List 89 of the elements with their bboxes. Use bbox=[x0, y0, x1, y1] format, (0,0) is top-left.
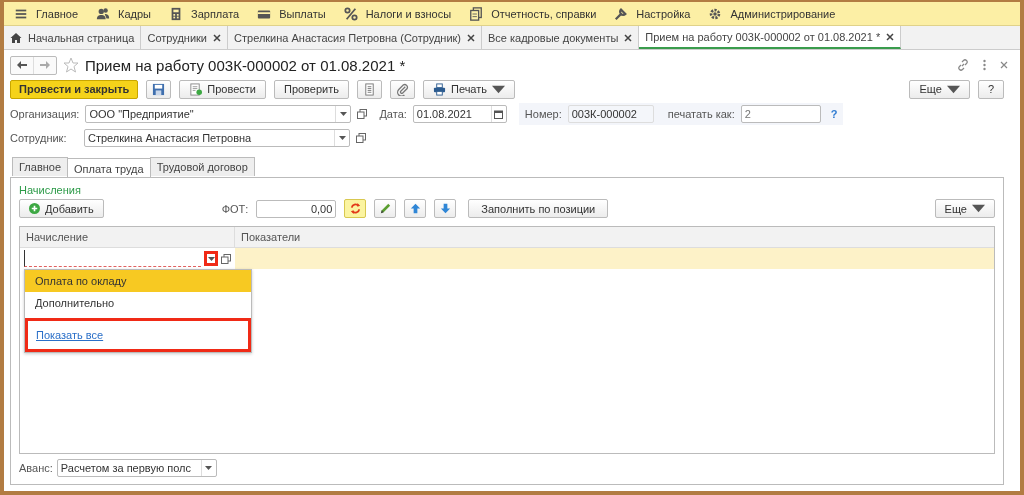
form-tab[interactable]: Оплата труда bbox=[67, 158, 151, 178]
employee-field[interactable]: Стрелкина Анастасия Петровна bbox=[84, 129, 350, 147]
down-button[interactable] bbox=[434, 199, 457, 218]
open-icon[interactable] bbox=[221, 253, 231, 264]
refresh-icon bbox=[348, 202, 362, 215]
tab[interactable]: Сотрудники bbox=[141, 26, 229, 49]
caret-icon bbox=[972, 202, 985, 215]
field-label: Организация: bbox=[10, 108, 80, 120]
print-button[interactable]: Печать bbox=[423, 79, 516, 99]
menu-item[interactable]: Кадры bbox=[90, 2, 163, 25]
link-icon[interactable] bbox=[957, 59, 969, 71]
column-header: Показатели bbox=[240, 230, 302, 245]
close-icon[interactable] bbox=[213, 33, 222, 42]
organization-field[interactable]: ООО "Предприятие" bbox=[85, 105, 352, 123]
open-icon[interactable] bbox=[356, 133, 366, 143]
menu-section-icon bbox=[96, 6, 111, 21]
list-icon bbox=[363, 82, 376, 96]
more-icon[interactable] bbox=[983, 59, 986, 71]
caret-icon bbox=[338, 136, 346, 140]
arrow-up-icon bbox=[408, 202, 422, 215]
menu-section-icon bbox=[469, 6, 484, 21]
caret-icon bbox=[205, 466, 213, 470]
caret-icon bbox=[207, 256, 215, 261]
help-link[interactable]: ? bbox=[830, 108, 838, 120]
menu-item[interactable]: Зарплата bbox=[163, 2, 252, 25]
section-title: Начисления bbox=[19, 184, 82, 196]
menu-item[interactable]: Налоги и взносы bbox=[337, 2, 464, 25]
more-button[interactable]: Еще bbox=[934, 199, 995, 218]
plus-icon bbox=[29, 203, 40, 214]
menu-item[interactable]: Администрирование bbox=[702, 2, 848, 25]
print-as-field[interactable]: 2 bbox=[740, 105, 821, 123]
refresh-button[interactable] bbox=[344, 199, 367, 218]
fill-by-position-button[interactable]: Заполнить по позиции bbox=[468, 199, 609, 218]
field-label: ФОТ: bbox=[221, 202, 249, 215]
pencil-icon bbox=[378, 202, 392, 215]
dropdown-item[interactable]: Дополнительно bbox=[25, 292, 251, 314]
menu-section-icon bbox=[708, 6, 723, 21]
menu-item[interactable]: Выплаты bbox=[251, 2, 338, 25]
form-tab[interactable]: Главное bbox=[12, 157, 69, 176]
arrow-left-icon bbox=[16, 60, 28, 70]
dropdown-item[interactable]: Оплата по окладу bbox=[25, 270, 251, 292]
accrual-input[interactable] bbox=[24, 250, 201, 267]
close-icon[interactable] bbox=[886, 32, 895, 41]
column-header: Начисление bbox=[20, 227, 235, 247]
printer-icon bbox=[433, 82, 446, 96]
dropdown-button[interactable] bbox=[204, 251, 218, 266]
post-button[interactable]: Провести bbox=[179, 79, 266, 99]
tab[interactable]: Начальная страница bbox=[4, 26, 142, 49]
close-icon[interactable] bbox=[624, 33, 633, 42]
toolbar-button[interactable]: Проверить bbox=[273, 79, 349, 99]
document-icon bbox=[189, 82, 203, 96]
calendar-icon[interactable] bbox=[494, 109, 504, 119]
toolbar-button[interactable]: ? bbox=[977, 79, 1004, 99]
tab[interactable]: Стрелкина Анастасия Петровна (Сотрудник) bbox=[228, 26, 482, 49]
up-button[interactable] bbox=[404, 199, 427, 218]
field-label: Сотрудник: bbox=[10, 132, 68, 144]
number-field: 003К-000002 bbox=[567, 105, 654, 123]
star-icon[interactable] bbox=[63, 57, 79, 73]
field-label: печатать как: bbox=[667, 108, 735, 120]
payroll-fund-field[interactable]: 0,00 bbox=[256, 199, 337, 218]
document-title: Прием на работу 003К-000002 от 01.08.2021 * bbox=[85, 56, 406, 74]
menu-item[interactable]: Настройка bbox=[608, 2, 703, 25]
close-icon[interactable] bbox=[467, 33, 475, 42]
edit-button[interactable] bbox=[374, 199, 397, 218]
attach-button[interactable] bbox=[390, 79, 415, 99]
arrow-right-icon bbox=[39, 60, 51, 70]
paperclip-icon bbox=[396, 82, 409, 96]
menu-item[interactable]: Главное bbox=[8, 2, 91, 25]
post-and-close-button[interactable]: Провести и закрыть bbox=[10, 79, 139, 99]
home-icon bbox=[10, 31, 22, 44]
field-label: Номер: bbox=[524, 108, 562, 120]
list-button[interactable] bbox=[357, 79, 382, 99]
date-field[interactable]: 01.08.2021 bbox=[412, 105, 507, 123]
open-icon[interactable] bbox=[357, 109, 368, 119]
show-all-link[interactable]: Показать все bbox=[36, 329, 104, 341]
menu-section-icon bbox=[614, 6, 629, 21]
save-button[interactable] bbox=[146, 79, 172, 99]
form-tab[interactable]: Трудовой договор bbox=[149, 157, 255, 176]
caret-icon bbox=[339, 112, 347, 116]
menu-section-icon bbox=[343, 6, 358, 21]
menu-section-icon bbox=[169, 6, 183, 21]
add-button[interactable]: Добавить bbox=[19, 199, 104, 218]
more-button[interactable]: Еще bbox=[909, 79, 970, 99]
menu-item[interactable]: Отчетность, справки bbox=[463, 2, 609, 25]
tab[interactable]: Прием на работу 003К-000002 от 01.08.2021 * bbox=[639, 26, 902, 49]
save-icon bbox=[152, 82, 166, 96]
advance-field[interactable]: Расчетом за первую полс bbox=[56, 459, 217, 477]
field-label: Дата: bbox=[379, 108, 407, 120]
field-label: Аванс: bbox=[19, 462, 53, 474]
